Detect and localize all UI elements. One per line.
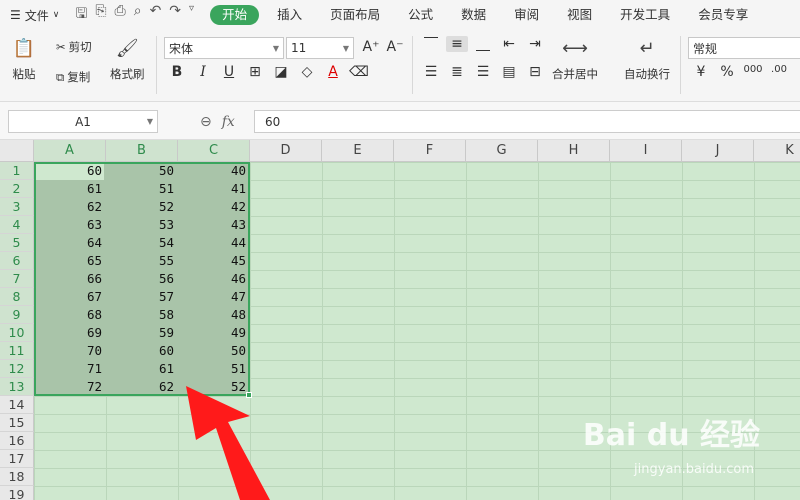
name-box[interactable]: A1 ▼ <box>8 110 158 133</box>
cut-button[interactable]: ✂ 剪切 <box>56 36 92 58</box>
brush-icon: 🖌 <box>115 37 139 59</box>
zoom-icon[interactable]: ⊖ <box>200 114 212 130</box>
dropdown-icon: ▼ <box>272 43 279 53</box>
font-name-select[interactable]: 宋体 ▼ <box>164 37 284 59</box>
eraser-icon[interactable]: ⌫ <box>348 64 370 80</box>
format-icon[interactable]: ⎘ <box>95 3 106 27</box>
bold-icon[interactable]: B <box>166 64 188 80</box>
name-box-value: A1 <box>75 114 91 129</box>
distribute-icon[interactable]: ⊟ <box>524 64 546 80</box>
wrap-text-icon: ↵ <box>639 37 655 59</box>
redo-icon[interactable]: ↷ <box>169 3 181 27</box>
dropdown-icon: ▼ <box>342 43 349 53</box>
highlight-icon[interactable]: ◇ <box>296 64 318 80</box>
merge-center-button[interactable]: ⟷ 合并居中 <box>552 36 598 82</box>
tab-page-layout[interactable]: 页面布局 <box>316 0 394 30</box>
merge-center-label: 合并居中 <box>552 67 598 81</box>
print-icon[interactable]: ⎙ <box>115 3 126 27</box>
align-bottom-icon[interactable]: ⎽ <box>472 36 494 52</box>
font-name-value: 宋体 <box>169 41 194 56</box>
paste-label: 粘贴 <box>12 67 36 81</box>
align-middle-icon[interactable]: ≡ <box>446 36 468 52</box>
format-painter-button[interactable]: 🖌 格式刷 <box>110 36 145 82</box>
ribbon: 📋 粘贴 ✂ 剪切 ⧉ 复制 🖌 格式刷 宋体 ▼ 11 ▼ A⁺ A⁻ B I… <box>0 30 800 102</box>
formula-input[interactable]: 60 <box>254 110 800 133</box>
border-icon[interactable]: ⊞ <box>244 64 266 80</box>
tab-member[interactable]: 会员专享 <box>684 0 762 30</box>
indent-decrease-icon[interactable]: ⇤ <box>498 36 520 52</box>
fx-icon[interactable]: fx <box>222 114 235 130</box>
chevron-down-icon: ∨ <box>52 10 60 20</box>
more-icon[interactable]: ▿ <box>189 3 194 27</box>
scissors-icon: ✂ <box>56 40 66 54</box>
hamburger-icon: ☰ <box>10 8 21 22</box>
indent-increase-icon[interactable]: ⇥ <box>524 36 546 52</box>
tab-review[interactable]: 审阅 <box>500 0 553 30</box>
merge-icon: ⟷ <box>562 37 588 59</box>
tab-insert[interactable]: 插入 <box>263 0 316 30</box>
italic-icon[interactable]: I <box>192 64 214 80</box>
font-size-select[interactable]: 11 ▼ <box>286 37 354 59</box>
horizontal-align-group: ☰ ≣ ☰ ▤ ⊟ <box>420 64 546 80</box>
baidu-watermark: Bai du 经验 <box>582 418 760 453</box>
paste-button[interactable]: 📋 粘贴 <box>12 36 36 82</box>
quick-access-toolbar: 🖫 ⎘ ⎙ ⌕ ↶ ↷ ▿ <box>69 3 200 27</box>
number-format-select[interactable]: 常规 <box>688 37 800 59</box>
number-format-value: 常规 <box>693 41 718 56</box>
align-center-icon[interactable]: ≣ <box>446 64 468 80</box>
clipboard-group: ✂ 剪切 ⧉ 复制 <box>56 36 92 88</box>
print-preview-icon[interactable]: ⌕ <box>134 3 142 27</box>
red-arrow-icon <box>186 386 270 500</box>
wrap-text-label: 自动换行 <box>624 67 670 81</box>
undo-icon[interactable]: ↶ <box>150 3 162 27</box>
dropdown-icon: ▼ <box>146 117 153 126</box>
thousands-icon[interactable]: 000 <box>742 64 764 80</box>
tab-view[interactable]: 视图 <box>553 0 606 30</box>
number-format-group: ¥ % 000 .00 <box>690 64 790 80</box>
font-style-group: B I U ⊞ ◪ ◇ A ⌫ <box>166 64 370 80</box>
increase-font-icon[interactable]: A⁺ <box>360 39 382 55</box>
cut-label: 剪切 <box>68 40 92 54</box>
wrap-text-button[interactable]: ↵ 自动换行 <box>624 36 670 82</box>
save-icon[interactable]: 🖫 <box>75 3 87 27</box>
copy-icon: ⧉ <box>56 69 65 84</box>
tab-data[interactable]: 数据 <box>447 0 500 30</box>
tab-developer[interactable]: 开发工具 <box>606 0 684 30</box>
currency-icon[interactable]: ¥ <box>690 64 712 80</box>
tab-formulas[interactable]: 公式 <box>394 0 447 30</box>
decrease-font-icon[interactable]: A⁻ <box>384 39 406 55</box>
increase-decimal-icon[interactable]: .00 <box>768 64 790 80</box>
formula-icons: ⊖ fx <box>200 110 235 133</box>
underline-icon[interactable]: U <box>218 64 240 80</box>
font-size-value: 11 <box>291 41 307 55</box>
formula-bar: A1 ▼ ⊖ fx 60 <box>0 102 800 140</box>
justify-icon[interactable]: ▤ <box>498 64 520 80</box>
vertical-align-group: ⎺ ≡ ⎽ ⇤ ⇥ <box>420 36 546 52</box>
paste-icon: 📋 <box>12 37 36 59</box>
menu-bar: ☰ 文件 ∨ 🖫 ⎘ ⎙ ⌕ ↶ ↷ ▿ 开始 插入 页面布局 公式 数据 审阅… <box>0 0 800 30</box>
align-right-icon[interactable]: ☰ <box>472 64 494 80</box>
copy-label: 复制 <box>67 70 91 84</box>
copy-button[interactable]: ⧉ 复制 <box>56 66 92 88</box>
align-left-icon[interactable]: ☰ <box>420 64 442 80</box>
file-menu[interactable]: ☰ 文件 ∨ <box>0 7 69 24</box>
font-color-icon[interactable]: A <box>322 64 344 80</box>
align-top-icon[interactable]: ⎺ <box>420 36 442 52</box>
format-painter-label: 格式刷 <box>110 67 145 81</box>
watermark-url: jingyan.baidu.com <box>634 462 754 477</box>
percent-icon[interactable]: % <box>716 64 738 80</box>
ribbon-tabs: 开始 插入 页面布局 公式 数据 审阅 视图 开发工具 会员专享 <box>206 0 762 30</box>
formula-value: 60 <box>265 114 281 129</box>
file-menu-label: 文件 <box>24 8 49 23</box>
fill-color-icon[interactable]: ◪ <box>270 64 292 80</box>
tab-home[interactable]: 开始 <box>210 5 260 25</box>
